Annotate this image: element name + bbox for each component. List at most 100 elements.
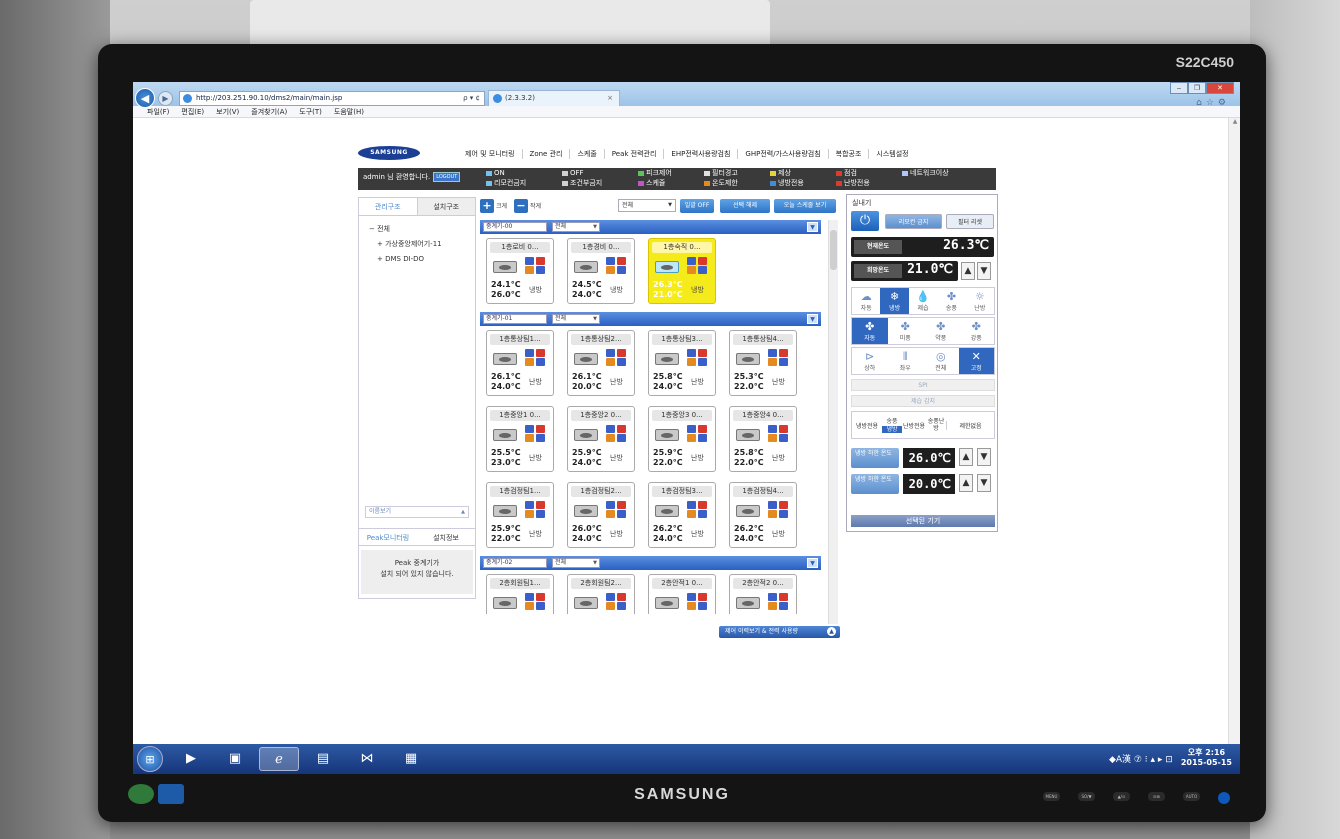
- remote-app-icon[interactable]: ▦: [391, 747, 431, 771]
- group-filter-select[interactable]: 전체 ▼: [552, 314, 600, 324]
- visual-studio-icon[interactable]: ⋈: [347, 747, 387, 771]
- humidity-button[interactable]: 제습 감지: [851, 395, 995, 407]
- menu-tools[interactable]: 도구(T): [299, 106, 322, 117]
- temp-down-button[interactable]: ▼: [977, 262, 991, 280]
- cool-limit-up-button[interactable]: ▲: [959, 448, 973, 466]
- tree-node[interactable]: + DMS DI-DO: [369, 252, 465, 267]
- indoor-unit-card[interactable]: 1층통상팀2... 26.1°C 20.0°C 난방: [567, 330, 635, 396]
- indoor-unit-card[interactable]: 1층통상팀4... 25.3°C 22.0°C 난방: [729, 330, 797, 396]
- filter-select[interactable]: 전체 ▼: [618, 199, 676, 212]
- internet-explorer-icon[interactable]: ℯ: [259, 747, 299, 771]
- tab-peak-install[interactable]: 설치정보: [417, 529, 475, 545]
- menu-favorites[interactable]: 즐겨찾기(A): [251, 106, 287, 117]
- page-scrollbar[interactable]: ▲: [1228, 118, 1240, 746]
- address-bar[interactable]: http://203.251.90.10/dms2/main/main.jsp …: [179, 91, 485, 106]
- heat-limit-down-button[interactable]: ▼: [977, 474, 991, 492]
- fan-option[interactable]: ✤ 자동: [852, 318, 888, 344]
- tab-peak-monitoring[interactable]: Peak모니터링: [359, 529, 417, 545]
- indoor-unit-card[interactable]: 1층검정팀3... 26.2°C 24.0°C 난방: [648, 482, 716, 548]
- browser-toolbar-icons[interactable]: ⌂☆⚙: [1196, 98, 1230, 108]
- temp-up-button[interactable]: ▲: [961, 262, 975, 280]
- menu-view[interactable]: 보기(V): [216, 106, 239, 117]
- expand-icon[interactable]: ▼: [807, 314, 818, 324]
- fan-option[interactable]: ✤ 약풍: [923, 318, 959, 344]
- indoor-unit-card[interactable]: 1층경비 0... 24.5°C 24.0°C 냉방: [567, 238, 635, 304]
- cool-only-option[interactable]: 냉방전용: [852, 421, 882, 430]
- scroll-up-icon[interactable]: ▲: [1229, 118, 1240, 125]
- swing-option[interactable]: ⫴ 좌우: [888, 348, 924, 374]
- forward-icon[interactable]: ▶: [158, 90, 173, 106]
- all-off-button[interactable]: 일괄 OFF: [680, 199, 714, 213]
- browser-tab[interactable]: (2.3.3.2) ×: [488, 90, 620, 106]
- indoor-unit-card[interactable]: 1층중앙3 0... 25.9°C 22.0°C 난방: [648, 406, 716, 472]
- swing-option[interactable]: ⊳ 상하: [852, 348, 888, 374]
- nav-peak[interactable]: Peak 전력관리: [605, 149, 665, 159]
- address-controls[interactable]: ρ ▾ ¢: [463, 92, 480, 105]
- enlarge-button[interactable]: +: [480, 199, 494, 213]
- menu-edit[interactable]: 편집(E): [181, 106, 204, 117]
- no-limit-option[interactable]: 제한없음: [946, 420, 994, 430]
- power-button[interactable]: ⏻: [851, 211, 879, 231]
- start-button[interactable]: ⊞: [137, 746, 163, 772]
- file-explorer-icon[interactable]: ▤: [303, 747, 343, 771]
- device-scrollbar[interactable]: [828, 220, 838, 624]
- expand-icon[interactable]: ▼: [807, 558, 818, 568]
- mode-option[interactable]: 💧 제습: [909, 288, 937, 314]
- indoor-unit-card[interactable]: 1층검정팀4... 26.2°C 24.0°C 난방: [729, 482, 797, 548]
- heat-send-option[interactable]: 송풍난방: [926, 418, 946, 432]
- monitor-button-up[interactable]: ▲/⊙: [1113, 792, 1130, 801]
- tree-root[interactable]: − 전체: [369, 222, 465, 237]
- monitor-button-down[interactable]: SO/▼: [1078, 792, 1095, 801]
- nav-schedule[interactable]: 스케줄: [570, 149, 605, 159]
- view-select[interactable]: 이름보기 ▲: [365, 506, 469, 518]
- mode-option[interactable]: ☼ 난방: [966, 288, 994, 314]
- indoor-unit-card[interactable]: 1층통상팀1... 26.1°C 24.0°C 난방: [486, 330, 554, 396]
- maximize-button[interactable]: ❐: [1188, 82, 1206, 94]
- filter-reset-button[interactable]: 필터 리셋: [946, 214, 994, 229]
- deselect-button[interactable]: 선택 해제: [720, 199, 770, 213]
- indoor-unit-card[interactable]: 1층중앙1 0... 25.5°C 23.0°C 난방: [486, 406, 554, 472]
- indoor-unit-card[interactable]: 2층회원팀2...26.1°C: [567, 574, 635, 614]
- heat-only-option[interactable]: 난방전용: [902, 421, 926, 430]
- control-panel-icon[interactable]: ▣: [215, 747, 255, 771]
- menu-help[interactable]: 도움말(H): [334, 106, 364, 117]
- clock[interactable]: 오후 2:16 2015-05-15: [1181, 748, 1232, 768]
- swing-option[interactable]: ◎ 전체: [923, 348, 959, 374]
- monitor-button-menu[interactable]: MENU: [1043, 792, 1060, 801]
- indoor-unit-card[interactable]: 1층중앙4 0... 25.8°C 22.0°C 난방: [729, 406, 797, 472]
- indoor-unit-card[interactable]: 2층안적1 0...25.3°C: [648, 574, 716, 614]
- shrink-button[interactable]: −: [514, 199, 528, 213]
- nav-hybrid[interactable]: 복합공조: [829, 149, 870, 159]
- expand-icon[interactable]: ▼: [807, 222, 818, 232]
- indoor-unit-card[interactable]: 2층회원팀1...26.7°C: [486, 574, 554, 614]
- tray-icons[interactable]: ◆A漢 ⑦ ⁝ ▴ ▸ ⊡: [1109, 752, 1173, 765]
- fan-option[interactable]: ✤ 강풍: [959, 318, 995, 344]
- mode-option[interactable]: ✤ 송풍: [937, 288, 965, 314]
- heat-limit-up-button[interactable]: ▲: [959, 474, 973, 492]
- indoor-unit-card[interactable]: 1층통상팀3... 25.8°C 24.0°C 난방: [648, 330, 716, 396]
- tab-management[interactable]: 관리구조: [359, 198, 418, 215]
- nav-system[interactable]: 시스템설정: [869, 149, 915, 159]
- monitor-button-auto[interactable]: AUTO: [1183, 792, 1200, 801]
- logout-button[interactable]: LOGOUT: [433, 172, 461, 182]
- fan-option[interactable]: ✤ 미풍: [888, 318, 924, 344]
- today-schedule-button[interactable]: 오늘 스케줄 보기: [774, 199, 836, 213]
- close-button[interactable]: ✕: [1206, 82, 1234, 94]
- cool-limit-down-button[interactable]: ▼: [977, 448, 991, 466]
- mode-option[interactable]: ☁ 자동: [852, 288, 880, 314]
- cool-send-option[interactable]: 송풍 냉방: [882, 417, 902, 433]
- media-player-icon[interactable]: ▶: [171, 747, 211, 771]
- scroll-thumb[interactable]: [830, 230, 837, 270]
- tab-close-icon[interactable]: ×: [607, 91, 613, 106]
- back-icon[interactable]: ◀: [135, 88, 155, 108]
- indoor-unit-card[interactable]: 1층숙직 0... 26.3°C 21.0°C 냉방: [648, 238, 716, 304]
- nav-zone[interactable]: Zone 관리: [523, 149, 571, 159]
- remote-lock-button[interactable]: 리모컨 금지: [885, 214, 942, 229]
- indoor-unit-card[interactable]: 1층중앙2 0... 25.9°C 24.0°C 난방: [567, 406, 635, 472]
- indoor-unit-card[interactable]: 1층로비 0... 24.1°C 26.0°C 냉방: [486, 238, 554, 304]
- selected-devices-bar[interactable]: 선택된 기기: [851, 515, 995, 527]
- tab-installation[interactable]: 설치구조: [417, 198, 475, 215]
- nav-ghp[interactable]: GHP전력/가스사용량검침: [738, 149, 829, 159]
- group-filter-select[interactable]: 전체 ▼: [552, 222, 600, 232]
- monitor-power-icon[interactable]: [1218, 792, 1230, 804]
